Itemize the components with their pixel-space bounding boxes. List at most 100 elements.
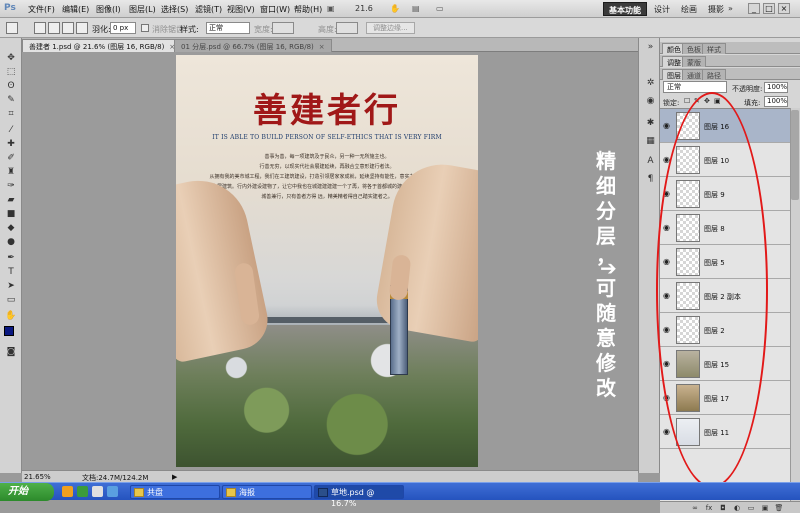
menu-image[interactable]: 图像(I) <box>96 4 121 15</box>
layer-row[interactable]: ◉ 图层 8 <box>660 211 790 245</box>
hand-tool-icon[interactable]: ✋ <box>390 4 400 13</box>
quicklaunch-app-icon[interactable] <box>77 486 88 497</box>
menu-file[interactable]: 文件(F) <box>28 4 55 15</box>
start-button[interactable]: 开始 <box>0 483 54 501</box>
foreground-color-swatch[interactable] <box>4 326 14 336</box>
link-layers-icon[interactable]: ∞ <box>690 503 700 513</box>
history-brush-tool-icon[interactable]: ✑ <box>5 180 17 192</box>
layer-row[interactable]: ◉ 图层 9 <box>660 177 790 211</box>
move-tool-icon[interactable]: ✥ <box>5 52 17 64</box>
shape-tool-icon[interactable]: ▭ <box>5 294 17 306</box>
layer-style-icon[interactable]: fx <box>704 503 714 513</box>
visibility-eye-icon[interactable]: ◉ <box>663 393 673 403</box>
minimize-button[interactable]: _ <box>748 3 760 14</box>
intersect-selection-icon[interactable] <box>76 22 88 34</box>
workspace-painting-button[interactable]: 绘画 <box>676 2 702 16</box>
quicklaunch-ie-icon[interactable] <box>107 486 118 497</box>
layer-row[interactable]: ◉ 图层 17 <box>660 381 790 415</box>
quicklaunch-desktop-icon[interactable] <box>92 486 103 497</box>
blend-mode-select[interactable]: 正常 <box>663 81 727 93</box>
antialias-checkbox[interactable] <box>141 24 149 32</box>
collapse-dock-icon[interactable]: » <box>645 42 656 53</box>
tab-paths[interactable]: 路径 <box>702 69 726 80</box>
pen-tool-icon[interactable]: ✒ <box>5 252 17 264</box>
menu-edit[interactable]: 编辑(E) <box>62 4 89 15</box>
clone-source-icon[interactable]: ▦ <box>645 136 656 147</box>
menu-help[interactable]: 帮助(H) <box>294 4 322 15</box>
taskbar-item-photoshop[interactable]: 草地.psd @ 16.7% <box>314 485 404 508</box>
opacity-input[interactable]: 100% <box>764 82 788 93</box>
marquee-tool-icon[interactable]: ⬚ <box>5 66 17 78</box>
tool-preset-icon[interactable] <box>6 22 18 34</box>
taskbar-item-folder-2[interactable]: 海报 <box>222 485 312 499</box>
layer-row[interactable]: ◉ 图层 16 <box>660 109 790 143</box>
crop-tool-icon[interactable]: ⌗ <box>5 108 17 120</box>
close-tab-icon[interactable]: × <box>319 43 325 51</box>
dodge-tool-icon[interactable]: ● <box>5 236 17 248</box>
tab-masks[interactable]: 蒙版 <box>682 56 706 67</box>
gradient-tool-icon[interactable]: ■ <box>5 208 17 220</box>
visibility-eye-icon[interactable]: ◉ <box>663 257 673 267</box>
add-mask-icon[interactable]: ◘ <box>718 503 728 513</box>
status-zoom[interactable]: 21.65% <box>24 473 51 481</box>
new-selection-icon[interactable] <box>34 22 46 34</box>
type-tool-icon[interactable]: T <box>5 266 17 278</box>
brush-tool-icon[interactable]: ✐ <box>5 152 17 164</box>
layer-row[interactable]: ◉ 图层 11 <box>660 415 790 449</box>
actions-panel-icon[interactable]: ◉ <box>645 96 656 107</box>
zoom-level-readout[interactable]: 21.6 <box>355 4 373 13</box>
layer-row[interactable]: ◉ 图层 5 <box>660 245 790 279</box>
visibility-eye-icon[interactable]: ◉ <box>663 121 673 131</box>
lock-position-icon[interactable]: ✥ <box>704 97 710 105</box>
new-layer-icon[interactable]: ▣ <box>760 503 770 513</box>
tab-styles[interactable]: 样式 <box>702 43 726 54</box>
layers-scrollbar-thumb[interactable] <box>791 110 799 200</box>
adjustment-layer-icon[interactable]: ◐ <box>732 503 742 513</box>
layer-row[interactable]: ◉ 图层 10 <box>660 143 790 177</box>
menu-view[interactable]: 视图(V) <box>227 4 255 15</box>
visibility-eye-icon[interactable]: ◉ <box>663 325 673 335</box>
eraser-tool-icon[interactable]: ▰ <box>5 194 17 206</box>
taskbar-item-folder-1[interactable]: 共盘 <box>130 485 220 499</box>
poster-document[interactable]: 善建者行 IT IS ABLE TO BUILD PERSON OF SELF-… <box>176 55 478 467</box>
blur-tool-icon[interactable]: ◆ <box>5 222 17 234</box>
quick-mask-icon[interactable]: ◙ <box>5 346 17 358</box>
status-menu-arrow-icon[interactable]: ▶ <box>172 473 177 481</box>
tab-document-2[interactable]: 01 分层.psd @ 66.7% (图层 16, RGB/8) × <box>174 39 332 52</box>
fill-input[interactable]: 100% <box>764 96 788 107</box>
healing-brush-tool-icon[interactable]: ✚ <box>5 138 17 150</box>
visibility-eye-icon[interactable]: ◉ <box>663 427 673 437</box>
visibility-eye-icon[interactable]: ◉ <box>663 189 673 199</box>
refine-edge-button[interactable]: 调整边缘... <box>366 22 415 34</box>
delete-layer-icon[interactable]: 🗑 <box>774 503 784 513</box>
menu-layer[interactable]: 图层(L) <box>129 4 156 15</box>
width-input[interactable] <box>272 22 294 34</box>
paragraph-panel-icon[interactable]: ¶ <box>645 174 656 185</box>
height-input[interactable] <box>336 22 358 34</box>
subtract-selection-icon[interactable] <box>62 22 74 34</box>
style-select[interactable]: 正常 <box>206 22 250 34</box>
visibility-eye-icon[interactable]: ◉ <box>663 359 673 369</box>
feather-input[interactable]: 0 px <box>110 22 136 34</box>
menu-window[interactable]: 窗口(W) <box>260 4 290 15</box>
path-select-tool-icon[interactable]: ➤ <box>5 280 17 292</box>
quick-select-tool-icon[interactable]: ✎ <box>5 94 17 106</box>
eyedropper-tool-icon[interactable]: ⁄ <box>5 124 17 136</box>
layer-row[interactable]: ◉ 图层 2 副本 <box>660 279 790 313</box>
workspace-design-button[interactable]: 设计 <box>649 2 675 16</box>
lasso-tool-icon[interactable]: ʘ <box>5 80 17 92</box>
lock-image-icon[interactable]: ✎ <box>694 97 700 105</box>
quicklaunch-browser-icon[interactable] <box>62 486 73 497</box>
layer-row[interactable]: ◉ 图层 15 <box>660 347 790 381</box>
lock-transparent-icon[interactable]: ☐ <box>684 97 690 105</box>
add-to-selection-icon[interactable] <box>48 22 60 34</box>
clone-stamp-tool-icon[interactable]: ♜ <box>5 166 17 178</box>
maximize-button[interactable]: □ <box>763 3 775 14</box>
more-workspaces-icon[interactable]: » <box>728 4 733 13</box>
launch-bridge-icon[interactable]: ▣ <box>327 4 335 13</box>
brush-panel-icon[interactable]: ✱ <box>645 118 656 129</box>
menu-filter[interactable]: 滤镜(T) <box>195 4 222 15</box>
history-panel-icon[interactable]: ✲ <box>645 78 656 89</box>
close-button[interactable]: × <box>778 3 790 14</box>
tab-document-1[interactable]: 善建者 1.psd @ 21.6% (图层 16, RGB/8) × <box>22 39 183 52</box>
